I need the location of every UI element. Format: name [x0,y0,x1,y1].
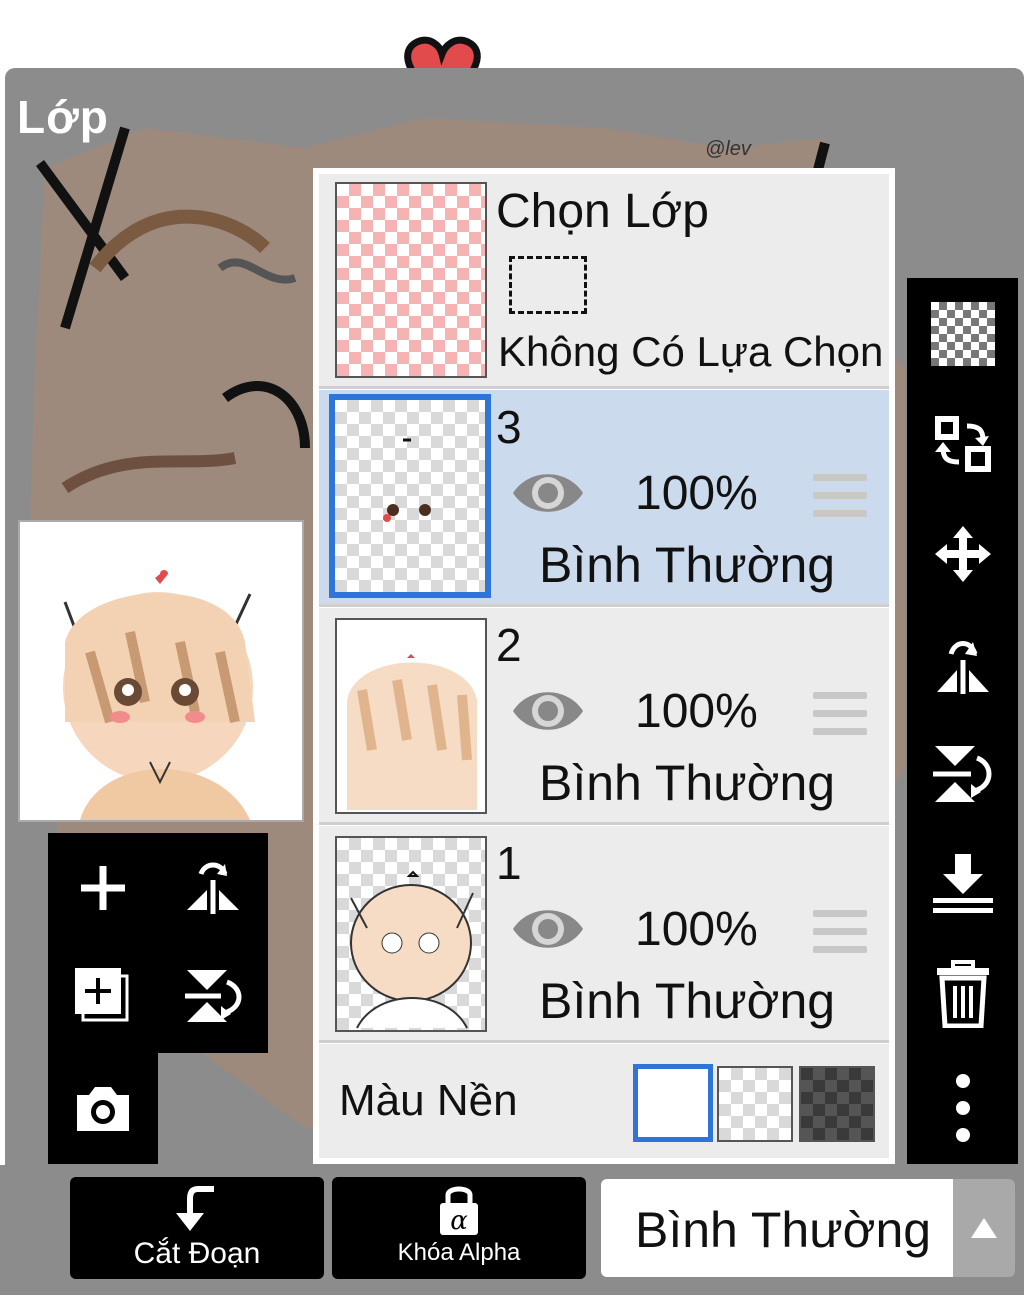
bg-dark-swatch[interactable] [799,1066,875,1142]
swap-layers-icon[interactable] [907,394,1018,494]
selection-marquee-icon [509,256,587,314]
blend-mode-dropdown-button[interactable] [953,1179,1015,1277]
panel-title: Lớp [17,91,109,143]
selection-status: Không Có Lựa Chọn [498,328,884,375]
left-toolbar [48,833,268,1053]
artist-signature: @lev [705,138,751,160]
bottom-bar: Cắt Đoạn α Khóa Alpha Bình Thường [0,1165,1024,1295]
add-layer-icon[interactable] [58,843,148,933]
layer-blend-mode: Bình Thường [539,973,836,1029]
preview-drawing [63,570,255,820]
flip-vertical-icon[interactable] [907,724,1018,824]
flip-vertical-icon[interactable] [168,951,258,1041]
alpha-lock-button[interactable]: α Khóa Alpha [332,1177,586,1279]
layer-number: 2 [496,619,522,671]
drag-handle-icon[interactable] [813,474,867,528]
drag-handle-icon[interactable] [813,910,867,964]
clipping-button[interactable]: Cắt Đoạn [70,1177,324,1279]
more-icon[interactable] [907,1058,1018,1158]
right-toolbar [907,278,1018,1164]
blend-mode-select[interactable]: Bình Thường [601,1179,953,1277]
left-toolbar-bottom [48,1050,158,1164]
chevron-up-icon [971,1218,997,1238]
camera-icon[interactable] [58,1064,148,1154]
selection-title: Chọn Lớp [496,185,709,238]
add-copy-layer-icon[interactable] [58,951,148,1041]
svg-text:α: α [450,1206,468,1236]
alpha-lock-label: Khóa Alpha [397,1239,521,1266]
eye-icon[interactable] [509,686,587,736]
selection-thumbnail [335,182,487,378]
layer-thumbnail [335,836,487,1032]
layer-opacity: 100% [635,903,758,956]
eye-icon[interactable] [509,904,587,954]
layer-thumbnail [335,618,487,814]
layer-opacity: 100% [635,685,758,738]
layer-thumbnail [329,394,491,598]
transparency-icon[interactable] [907,284,1018,384]
layer-number: 3 [496,401,522,453]
canvas-preview[interactable] [18,520,304,822]
blend-mode-value: Bình Thường [635,1202,932,1258]
background-color-label: Màu Nền [339,1076,518,1125]
layer-number: 1 [496,837,522,889]
layer-blend-mode: Bình Thường [539,537,836,593]
move-icon[interactable] [907,504,1018,604]
eye-icon[interactable] [509,468,587,518]
drag-handle-icon[interactable] [813,692,867,746]
layer-row[interactable]: 3 100% Bình Thường [319,390,889,607]
layer-list: Chọn Lớp Không Có Lựa Chọn 3 100% Bình T… [313,168,895,1164]
trash-icon[interactable] [907,944,1018,1044]
clipping-icon [176,1186,214,1231]
merge-down-icon[interactable] [907,834,1018,934]
background-color-row: Màu Nền [319,1044,889,1158]
flip-horizontal-icon[interactable] [907,614,1018,714]
lock-icon: α [440,1186,478,1236]
clipping-label: Cắt Đoạn [133,1237,261,1270]
bg-white-swatch[interactable] [633,1064,713,1142]
layer-row[interactable]: 1 100% Bình Thường [319,826,889,1043]
layer-row[interactable]: 2 100% Bình Thường [319,608,889,825]
layer-opacity: 100% [635,467,758,520]
selection-row[interactable]: Chọn Lớp Không Có Lựa Chọn [319,174,889,389]
flip-horizontal-icon[interactable] [168,843,258,933]
bg-transparent-swatch[interactable] [717,1066,793,1142]
layer-blend-mode: Bình Thường [539,755,836,811]
